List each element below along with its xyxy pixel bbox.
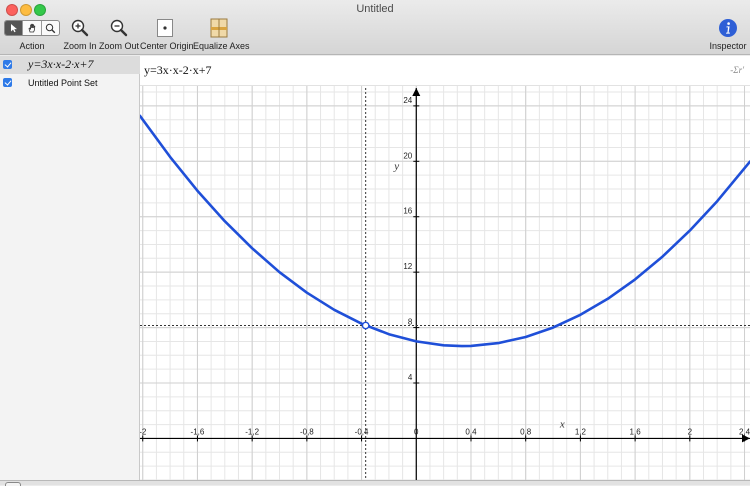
- x-tick-label: 0: [414, 427, 419, 436]
- x-tick-label: 2: [688, 427, 693, 436]
- zoom-out-button[interactable]: Zoom Out: [98, 17, 140, 53]
- inspector-button[interactable]: Inspector: [706, 17, 750, 53]
- y-tick-label: 4: [408, 373, 413, 382]
- x-tick-label: -0,8: [300, 427, 314, 436]
- y-axis-label: y: [393, 161, 399, 173]
- app-window: Untitled Action Zoom In Zoom Out Center …: [0, 0, 750, 486]
- equation-header: y=3x·x-2·x+7 -Σr': [140, 56, 750, 86]
- function-plot[interactable]: -2-1,6-1,2-0,8-0,400,40,81,21,622,448121…: [140, 56, 750, 480]
- list-item-label: Untitled Point Set: [28, 78, 98, 88]
- zoom-out-icon: [110, 19, 128, 37]
- x-tick-label: 2,4: [739, 427, 750, 436]
- x-axis-label: x: [559, 418, 565, 430]
- list-item-point-set[interactable]: Untitled Point Set: [0, 74, 140, 92]
- zoom-in-icon: [71, 19, 89, 37]
- equalize-axes-icon: [210, 18, 228, 38]
- x-tick-label: 1,2: [575, 427, 587, 436]
- center-origin-icon: [157, 19, 173, 37]
- zoom-out-label: Zoom Out: [98, 41, 139, 51]
- visibility-checkbox[interactable]: [3, 60, 12, 69]
- zoom-in-button[interactable]: Zoom In: [60, 17, 100, 53]
- center-origin-label: Center Origin: [140, 41, 194, 51]
- x-tick-label: 0,4: [465, 427, 477, 436]
- object-list-sidebar: y=3x·x-2·x+7 Untitled Point Set: [0, 56, 140, 480]
- inspector-label: Inspector: [709, 41, 747, 51]
- x-tick-label: -0,4: [355, 427, 369, 436]
- equation-side-label: -Σr': [730, 65, 744, 75]
- x-tick-label: 0,8: [520, 427, 532, 436]
- zoom-in-label: Zoom In: [63, 41, 97, 51]
- equation-display[interactable]: y=3x·x-2·x+7: [144, 63, 212, 78]
- y-tick-label: 24: [403, 96, 412, 105]
- y-tick-label: 20: [403, 151, 412, 160]
- x-tick-label: -1,2: [245, 427, 259, 436]
- zoom-tool-segment[interactable]: [42, 21, 59, 35]
- graph-panel[interactable]: -2-1,6-1,2-0,8-0,400,40,81,21,622,448121…: [140, 56, 750, 480]
- status-bar: [0, 480, 750, 486]
- visibility-checkbox[interactable]: [3, 78, 12, 87]
- equalize-axes-button[interactable]: Equalize Axes: [193, 17, 250, 53]
- list-item-label: y=3x·x-2·x+7: [28, 57, 94, 71]
- equalize-axes-label: Equalize Axes: [193, 41, 250, 51]
- x-tick-label: -2: [140, 427, 147, 436]
- action-tool-group: Action: [4, 17, 60, 53]
- point-marker[interactable]: [361, 321, 370, 330]
- hand-tool-segment[interactable]: [23, 21, 42, 35]
- action-segmented-control: [4, 20, 60, 36]
- info-icon: [719, 19, 737, 37]
- x-tick-label: 1,6: [630, 427, 642, 436]
- arrow-tool-segment[interactable]: [5, 21, 24, 35]
- arrow-pointer-icon: [10, 24, 17, 33]
- add-object-button[interactable]: [5, 482, 21, 486]
- y-tick-label: 12: [403, 262, 412, 271]
- window-title: Untitled: [356, 3, 394, 15]
- hand-icon: [28, 23, 36, 33]
- magnifier-icon: [45, 23, 56, 33]
- list-item-function[interactable]: y=3x·x-2·x+7: [0, 56, 140, 74]
- center-origin-button[interactable]: Center Origin: [140, 17, 194, 53]
- x-tick-label: -1,6: [191, 427, 205, 436]
- y-tick-label: 16: [403, 207, 412, 216]
- action-label: Action: [19, 41, 45, 51]
- titlebar-toolbar: Untitled Action Zoom In Zoom Out Center …: [0, 0, 750, 55]
